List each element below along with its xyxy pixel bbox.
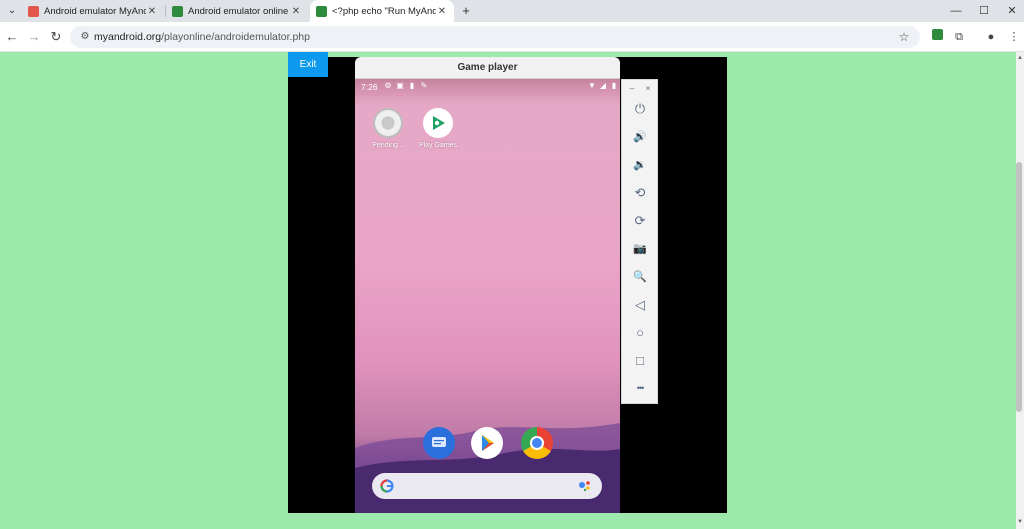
more-icon[interactable]: ••• bbox=[630, 378, 650, 398]
battery-icon: ▮ bbox=[611, 81, 617, 90]
site-info-icon[interactable]: ⚙ bbox=[78, 30, 92, 44]
scroll-up-arrow-icon[interactable]: ▲ bbox=[1016, 54, 1024, 62]
rotate-left-icon[interactable]: ⟲ bbox=[630, 183, 650, 203]
url-text[interactable]: myandroid.org/playonline/androidemulator… bbox=[94, 31, 310, 43]
site-favicon-icon bbox=[28, 5, 39, 17]
tab-title: Android emulator online - M bbox=[188, 5, 290, 17]
close-window-button[interactable]: ✕ bbox=[1002, 2, 1022, 20]
url-host: myandroid.org bbox=[94, 31, 162, 43]
scrollbar-thumb[interactable] bbox=[1016, 162, 1022, 412]
app-label: Play Games bbox=[418, 142, 458, 149]
home-icon[interactable]: ○ bbox=[630, 323, 650, 343]
new-tab-button[interactable]: + bbox=[458, 2, 474, 20]
scroll-down-arrow-icon[interactable]: ▼ bbox=[1016, 518, 1024, 526]
chrome-icon[interactable] bbox=[521, 427, 553, 459]
game-player-title: Game player bbox=[355, 57, 620, 79]
volume-down-icon[interactable]: 🔉 bbox=[630, 155, 650, 175]
tab-close-icon[interactable]: ✕ bbox=[436, 6, 448, 17]
status-time: 7:26 bbox=[361, 82, 378, 92]
forward-arrow-icon[interactable]: → bbox=[26, 29, 42, 45]
maximize-window-button[interactable]: ☐ bbox=[974, 2, 994, 20]
notification-icon: ▣ bbox=[396, 81, 404, 90]
browser-toolbar: ← → ↻ ⚙ myandroid.org/playonline/android… bbox=[0, 22, 1024, 52]
address-bar[interactable]: ⚙ myandroid.org/playonline/androidemulat… bbox=[70, 26, 920, 48]
emulator-side-toolbar: – × ⏻ 🔊 🔉 ⟲ ⟳ 📷 🔍 ◁ ○ □ ••• bbox=[621, 79, 658, 404]
play-store-icon[interactable] bbox=[471, 427, 503, 459]
panel-close-icon[interactable]: × bbox=[643, 84, 653, 94]
back-arrow-icon[interactable]: ← bbox=[4, 29, 20, 45]
site-favicon-icon bbox=[172, 5, 183, 17]
page-scrollbar[interactable]: ▲ ▼ bbox=[1016, 52, 1024, 529]
rotate-right-icon[interactable]: ⟳ bbox=[630, 211, 650, 231]
pending-app-icon bbox=[373, 108, 403, 138]
volume-up-icon[interactable]: 🔊 bbox=[630, 127, 650, 147]
google-assistant-icon[interactable] bbox=[578, 480, 592, 492]
tab-close-icon[interactable]: ✕ bbox=[290, 6, 302, 17]
power-icon[interactable]: ⏻ bbox=[630, 99, 650, 119]
app-play-games[interactable]: Play Games bbox=[415, 108, 461, 149]
bookmark-star-icon[interactable]: ☆ bbox=[896, 29, 912, 45]
profile-avatar-icon[interactable]: ● bbox=[983, 29, 999, 45]
tab-search-icon[interactable]: ⌄ bbox=[4, 3, 20, 19]
tab-title: Android emulator MyAndroid bbox=[44, 5, 146, 17]
tab-run-myandroid[interactable]: <?php echo "Run MyAndroid ✕ bbox=[310, 0, 454, 22]
url-path: /playonline/androidemulator.php bbox=[161, 31, 310, 43]
wrench-icon: ✎ bbox=[420, 81, 428, 90]
zoom-icon[interactable]: 🔍 bbox=[630, 267, 650, 287]
sd-card-icon: ▮ bbox=[409, 81, 415, 90]
exit-button[interactable]: Exit bbox=[288, 52, 328, 77]
minimize-window-button[interactable]: — bbox=[946, 2, 966, 20]
app-label: Pending... bbox=[372, 142, 404, 149]
wifi-icon: ▼ bbox=[588, 81, 596, 90]
panel-minimize-icon[interactable]: – bbox=[627, 84, 637, 94]
extensions-puzzle-icon[interactable]: ⧉ bbox=[951, 29, 967, 45]
tab-android-emulator-myandroid[interactable]: Android emulator MyAndroid ✕ bbox=[22, 0, 164, 22]
overview-icon[interactable]: □ bbox=[630, 351, 650, 371]
signal-icon: ◢ bbox=[599, 81, 607, 90]
app-pending[interactable]: Pending... bbox=[365, 108, 411, 149]
messages-icon[interactable] bbox=[423, 427, 455, 459]
google-search-bar[interactable] bbox=[372, 473, 602, 499]
tab-android-emulator-online[interactable]: Android emulator online - M ✕ bbox=[166, 0, 308, 22]
browser-menu-icon[interactable]: ⋮ bbox=[1006, 29, 1022, 45]
google-g-icon bbox=[380, 479, 394, 493]
settings-icon: ⚙ bbox=[384, 81, 392, 90]
extension-icon[interactable] bbox=[929, 29, 945, 45]
play-games-icon bbox=[423, 108, 453, 138]
camera-icon[interactable]: 📷 bbox=[630, 239, 650, 259]
tab-strip: ⌄ Android emulator MyAndroid ✕ Android e… bbox=[0, 0, 1024, 22]
back-icon[interactable]: ◁ bbox=[630, 295, 650, 315]
tab-close-icon[interactable]: ✕ bbox=[146, 6, 158, 17]
tab-title: <?php echo "Run MyAndroid bbox=[332, 5, 436, 17]
android-screen[interactable]: 7:26 ⚙ ▣ ▮ ✎ ▼ ◢ ▮ Pending... Play Games bbox=[355, 79, 620, 513]
status-bar: 7:26 ⚙ ▣ ▮ ✎ ▼ ◢ ▮ bbox=[355, 79, 620, 95]
reload-icon[interactable]: ↻ bbox=[48, 29, 64, 45]
site-favicon-icon bbox=[316, 5, 327, 17]
